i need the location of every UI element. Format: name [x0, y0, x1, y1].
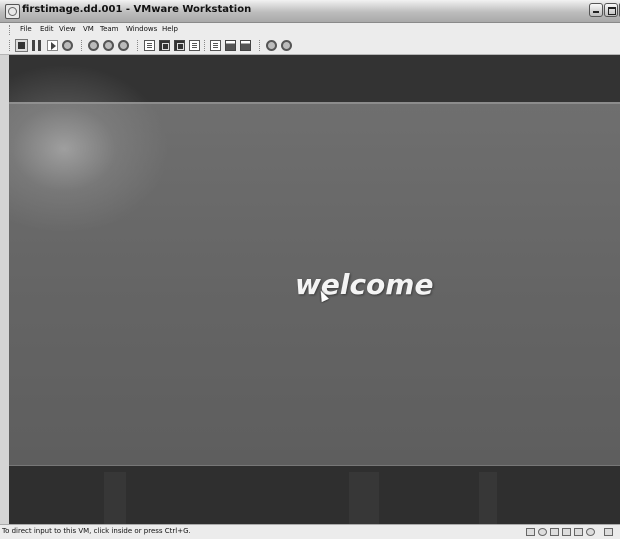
menu-windows[interactable]: Windows: [126, 25, 157, 33]
minimize-button[interactable]: [589, 3, 603, 17]
menu-help[interactable]: Help: [162, 25, 178, 33]
toolbar-separator: [81, 40, 83, 51]
sidebar-icon[interactable]: [144, 40, 155, 51]
play-icon[interactable]: [47, 40, 58, 51]
toolbar-separator: [259, 40, 261, 51]
menu-team[interactable]: Team: [100, 25, 119, 33]
menu-edit[interactable]: Edit: [40, 25, 54, 33]
vm-bottom-band: [9, 466, 620, 524]
network-icon[interactable]: [281, 40, 292, 51]
summary-icon[interactable]: [210, 40, 221, 51]
usb-icon[interactable]: [562, 528, 571, 536]
background-streak: [349, 472, 379, 524]
toolbar-grip-handle[interactable]: [9, 40, 11, 51]
team-icon[interactable]: [266, 40, 277, 51]
vm-welcome-background: welcome: [9, 64, 620, 466]
status-message: To direct input to this VM, click inside…: [2, 527, 191, 535]
message-log-icon[interactable]: [604, 528, 613, 536]
cd-rom-icon[interactable]: [538, 528, 547, 536]
stop-icon[interactable]: [15, 39, 28, 52]
revert-snapshot-icon[interactable]: [103, 40, 114, 51]
menu-view[interactable]: View: [59, 25, 76, 33]
welcome-text: welcome: [295, 268, 434, 301]
vmware-app-icon[interactable]: [5, 4, 20, 19]
console-icon[interactable]: [240, 40, 251, 51]
menu-vm[interactable]: VM: [83, 25, 94, 33]
background-streak: [104, 472, 126, 524]
toolbar-separator: [137, 40, 139, 51]
pause-icon[interactable]: [32, 40, 41, 51]
vm-display[interactable]: welcome: [9, 55, 620, 524]
vm-light-glow: [9, 64, 169, 234]
status-bar: To direct input to this VM, click inside…: [0, 524, 620, 539]
reset-icon[interactable]: [62, 40, 73, 51]
menu-grip-handle[interactable]: [9, 25, 12, 35]
console-view-icon[interactable]: [189, 40, 200, 51]
menu-bar: File Edit View VM Team Windows Help: [0, 23, 620, 37]
menu-file[interactable]: File: [20, 25, 32, 33]
display-icon[interactable]: [574, 528, 583, 536]
title-bar: firstimage.dd.001 - VMware Workstation: [0, 0, 620, 23]
snapshot-manager-icon[interactable]: [118, 40, 129, 51]
toolbar: [0, 37, 620, 55]
toolbar-separator: [204, 40, 206, 51]
sound-icon[interactable]: [586, 528, 595, 536]
full-screen-icon[interactable]: [159, 40, 170, 51]
network-adapter-icon[interactable]: [550, 528, 559, 536]
hard-disk-icon[interactable]: [526, 528, 535, 536]
window-title: firstimage.dd.001 - VMware Workstation: [22, 4, 252, 15]
appliance-view-icon[interactable]: [225, 40, 236, 51]
quick-switch-icon[interactable]: [174, 40, 185, 51]
snapshot-icon[interactable]: [88, 40, 99, 51]
background-streak: [479, 472, 497, 524]
maximize-button[interactable]: [604, 3, 618, 17]
